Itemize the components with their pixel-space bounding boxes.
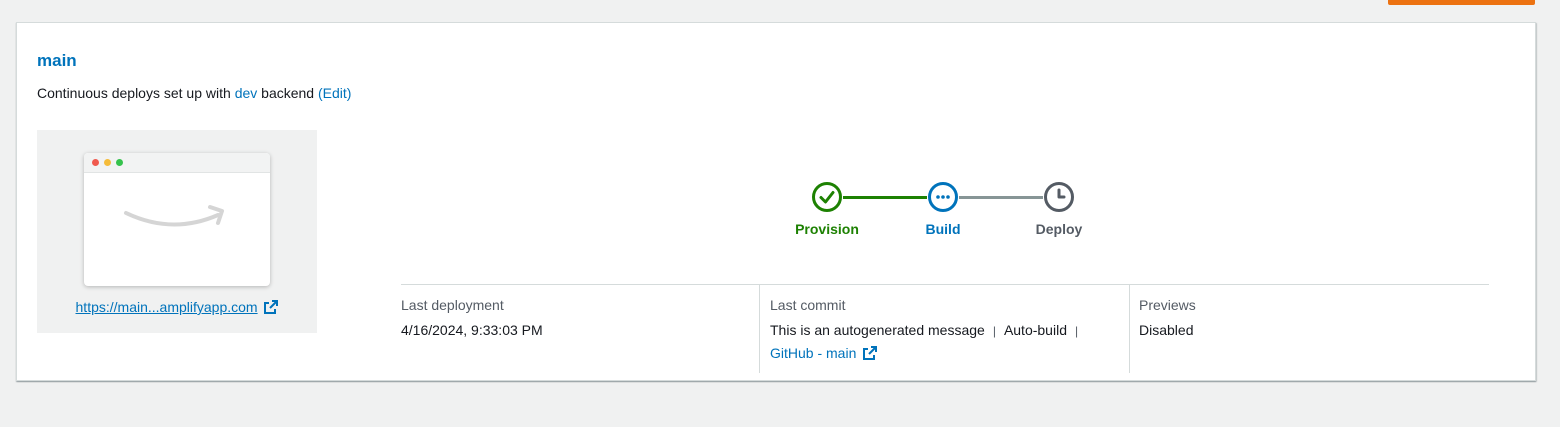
separator: | xyxy=(992,324,996,338)
external-link-icon[interactable] xyxy=(264,300,279,314)
last-commit-section: Last commit This is an autogenerated mes… xyxy=(770,297,1110,364)
top-action-button-edge[interactable] xyxy=(1388,0,1535,5)
previews-value: Disabled xyxy=(1139,322,1194,338)
step-label-provision: Provision xyxy=(795,221,859,237)
edit-backend-link[interactable]: (Edit) xyxy=(318,85,351,101)
repo-link[interactable]: GitHub - main xyxy=(770,345,856,361)
last-deployment-section: Last deployment 4/16/2024, 9:33:03 PM xyxy=(401,297,543,341)
branch-subtitle: Continuous deploys set up with dev backe… xyxy=(37,85,351,101)
app-url: https://main...amplifyapp.com xyxy=(37,299,317,315)
app-url-link[interactable]: https://main...amplifyapp.com xyxy=(76,299,258,315)
external-link-icon[interactable] xyxy=(863,346,878,360)
pipeline-connector-provision-build xyxy=(843,196,927,199)
subtitle-suffix: backend xyxy=(261,85,315,101)
step-label-deploy: Deploy xyxy=(1035,221,1083,237)
deployment-pipeline: Provision Build Deploy xyxy=(787,181,1107,251)
step-label-build: Build xyxy=(925,221,961,237)
column-separator xyxy=(759,285,760,373)
backend-env-link[interactable]: dev xyxy=(235,85,258,101)
minimize-dot-icon xyxy=(104,159,111,166)
last-deployment-value: 4/16/2024, 9:33:03 PM xyxy=(401,322,543,338)
pipeline-connector-build-deploy xyxy=(959,196,1043,199)
last-commit-value: This is an autogenerated message | Auto-bu… xyxy=(770,319,1110,364)
amazon-smile-icon xyxy=(124,205,224,227)
close-dot-icon xyxy=(92,159,99,166)
last-deployment-label: Last deployment xyxy=(401,297,504,313)
clock-circle-icon xyxy=(1044,182,1074,212)
previews-section: Previews Disabled xyxy=(1139,297,1196,341)
column-separator xyxy=(1129,285,1130,373)
subtitle-prefix: Continuous deploys set up with xyxy=(37,85,231,101)
commit-message: This is an autogenerated message xyxy=(770,322,985,338)
browser-thumbnail xyxy=(84,153,270,286)
maximize-dot-icon xyxy=(116,159,123,166)
build-trigger: Auto-build xyxy=(1003,322,1067,338)
browser-title-bar xyxy=(84,153,270,173)
check-circle-icon xyxy=(812,182,842,212)
branch-card: main Continuous deploys set up with dev … xyxy=(16,22,1536,381)
last-commit-label: Last commit xyxy=(770,297,846,313)
ellipsis-circle-icon xyxy=(928,182,958,212)
app-preview-panel: https://main...amplifyapp.com xyxy=(37,130,317,333)
details-divider xyxy=(401,284,1489,285)
branch-name-link[interactable]: main xyxy=(37,51,77,71)
separator: | xyxy=(1074,324,1079,338)
previews-label: Previews xyxy=(1139,297,1196,313)
